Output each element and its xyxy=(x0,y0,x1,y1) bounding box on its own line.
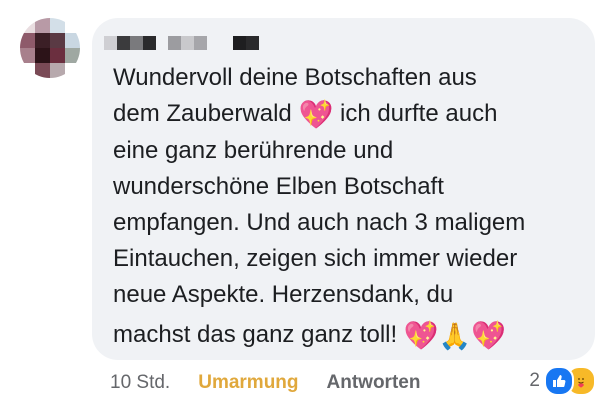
reaction-summary[interactable]: 2 xyxy=(529,366,596,396)
react-button[interactable]: Umarmung xyxy=(198,372,298,394)
author-name-redacted[interactable] xyxy=(104,36,259,50)
comment-line-part: dem Zauberwald xyxy=(113,100,292,127)
comment-line: empfangen. Und auch nach 3 maligem xyxy=(113,209,526,236)
comment-line: Eintauchen, zeigen sich immer wieder xyxy=(113,245,518,272)
redacted-block xyxy=(168,36,207,50)
redacted-block xyxy=(233,36,259,50)
sparkling-heart-icon: 💖 xyxy=(298,98,334,131)
reply-button[interactable]: Antworten xyxy=(327,372,421,394)
comment-line: eine ganz berührende und xyxy=(113,137,394,164)
timestamp[interactable]: 10 Std. xyxy=(110,372,170,394)
comment-line: dem Zauberwald 💖 ich durfte auch xyxy=(113,96,583,133)
folded-hands-icon: 🙏 xyxy=(438,322,472,352)
reaction-count: 2 xyxy=(529,370,540,391)
care-face-glyph xyxy=(574,373,588,388)
comment-line-part: machst das ganz ganz toll! xyxy=(113,321,398,348)
comment-line: machst das ganz ganz toll! 💖🙏💖 xyxy=(113,317,583,355)
comment-line: wunderschöne Elben Botschaft xyxy=(113,173,444,200)
comment-line: neue Aspekte. Herzensdank, du xyxy=(113,281,454,308)
like-icon xyxy=(544,366,574,396)
sparkling-heart-icon: 💖 xyxy=(471,319,506,352)
comment-line-part: ich durfte auch xyxy=(333,100,498,127)
thumbs-up-glyph xyxy=(553,375,566,387)
comment-text: Wundervoll deine Botschaften aus dem Zau… xyxy=(113,60,583,355)
avatar[interactable] xyxy=(20,18,80,78)
sparkling-heart-icon: 💖 xyxy=(403,319,439,352)
redacted-block xyxy=(104,36,156,50)
comment-line: Wundervoll deine Botschaften aus xyxy=(113,64,477,91)
